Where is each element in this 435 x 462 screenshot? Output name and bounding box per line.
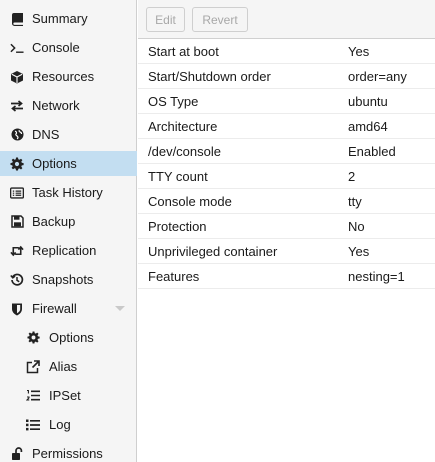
terminal-icon xyxy=(10,41,24,55)
sidebar-item-label: Firewall xyxy=(32,301,77,316)
sidebar-item-label: Network xyxy=(32,98,80,113)
options-row[interactable]: Architecture amd64 xyxy=(138,114,435,139)
options-row[interactable]: /dev/console Enabled xyxy=(138,139,435,164)
sidebar-item-dns[interactable]: DNS xyxy=(0,122,137,147)
sidebar-item-label: Log xyxy=(49,417,71,432)
options-row[interactable]: Start/Shutdown order order=any xyxy=(138,64,435,89)
sidebar-nav: Summary Console Resources Network DNS Op… xyxy=(0,0,137,462)
sidebar-item-label: Console xyxy=(32,40,80,55)
option-key: Start/Shutdown order xyxy=(148,69,271,84)
sidebar-item-label: IPSet xyxy=(49,388,81,403)
book-icon xyxy=(10,12,24,26)
option-value: amd64 xyxy=(348,119,388,134)
sidebar-item-firewall-log[interactable]: Log xyxy=(0,412,137,437)
options-row[interactable]: TTY count 2 xyxy=(138,164,435,189)
unlock-icon xyxy=(10,446,24,461)
sidebar-item-firewall[interactable]: Firewall xyxy=(0,296,137,321)
sidebar-item-firewall-ipset[interactable]: IPSet xyxy=(0,383,137,408)
external-link-icon xyxy=(26,359,40,374)
sidebar-item-snapshots[interactable]: Snapshots xyxy=(0,267,137,292)
option-key: Console mode xyxy=(148,194,232,209)
options-row[interactable]: OS Type ubuntu xyxy=(138,89,435,114)
history-icon xyxy=(10,273,24,287)
options-row[interactable]: Protection No xyxy=(138,214,435,239)
option-key: Features xyxy=(148,269,200,284)
sidebar-item-label: Summary xyxy=(32,11,88,26)
option-value: order=any xyxy=(348,69,407,84)
gear-icon xyxy=(10,157,24,171)
edit-button[interactable]: Edit xyxy=(146,7,185,32)
toolbar: Edit Revert xyxy=(138,0,435,39)
list-icon xyxy=(26,418,40,432)
option-value: Enabled xyxy=(348,144,396,159)
sidebar-item-label: DNS xyxy=(32,127,60,142)
sidebar-item-firewall-alias[interactable]: Alias xyxy=(0,354,137,379)
option-key: Start at boot xyxy=(148,44,219,59)
list-alt-icon xyxy=(10,186,24,200)
sidebar-item-label: Options xyxy=(49,330,94,345)
option-value: 2 xyxy=(348,169,356,184)
exchange-icon xyxy=(10,99,24,113)
options-row[interactable]: Features nesting=1 xyxy=(138,264,435,289)
option-key: TTY count xyxy=(148,169,208,184)
options-panel: Edit Revert Start at boot Yes Start/Shut… xyxy=(138,0,435,462)
sidebar-item-console[interactable]: Console xyxy=(0,35,137,60)
sidebar-item-task-history[interactable]: Task History xyxy=(0,180,137,205)
options-row[interactable]: Start at boot Yes xyxy=(138,39,435,64)
revert-button[interactable]: Revert xyxy=(192,7,248,32)
option-value: Yes xyxy=(348,244,370,259)
sidebar-item-resources[interactable]: Resources xyxy=(0,64,137,89)
sidebar-item-label: Replication xyxy=(32,243,97,258)
option-value: tty xyxy=(348,194,362,209)
shield-icon xyxy=(10,302,24,316)
sidebar-item-label: Alias xyxy=(49,359,78,374)
options-grid: Start at boot Yes Start/Shutdown order o… xyxy=(138,39,435,289)
list-ol-icon xyxy=(26,389,40,403)
gear-icon xyxy=(26,331,40,345)
options-row[interactable]: Unprivileged container Yes xyxy=(138,239,435,264)
sidebar-item-label: Task History xyxy=(32,185,103,200)
globe-icon xyxy=(10,128,24,142)
floppy-icon xyxy=(10,215,24,229)
sidebar-item-label: Backup xyxy=(32,214,76,229)
sidebar-item-network[interactable]: Network xyxy=(0,93,137,118)
option-key: Protection xyxy=(148,219,207,234)
option-value: Yes xyxy=(348,44,370,59)
sidebar-item-permissions[interactable]: Permissions xyxy=(0,441,137,462)
cube-icon xyxy=(10,70,24,84)
sidebar-item-label: Snapshots xyxy=(32,272,94,287)
sidebar-item-firewall-options[interactable]: Options xyxy=(0,325,137,350)
option-key: Unprivileged container xyxy=(148,244,278,259)
sidebar-item-backup[interactable]: Backup xyxy=(0,209,137,234)
option-value: No xyxy=(348,219,365,234)
option-key: OS Type xyxy=(148,94,199,109)
option-key: Architecture xyxy=(148,119,218,134)
sidebar-item-replication[interactable]: Replication xyxy=(0,238,137,263)
chevron-down-icon[interactable] xyxy=(115,306,125,311)
options-row[interactable]: Console mode tty xyxy=(138,189,435,214)
option-key: /dev/console xyxy=(148,144,221,159)
sidebar-item-options[interactable]: Options xyxy=(0,151,137,176)
option-value: ubuntu xyxy=(348,94,388,109)
retweet-icon xyxy=(10,244,24,258)
option-value: nesting=1 xyxy=(348,269,405,284)
sidebar-item-summary[interactable]: Summary xyxy=(0,6,137,31)
sidebar-item-label: Permissions xyxy=(32,446,103,461)
sidebar-item-label: Resources xyxy=(32,69,95,84)
sidebar-item-label: Options xyxy=(32,156,77,171)
